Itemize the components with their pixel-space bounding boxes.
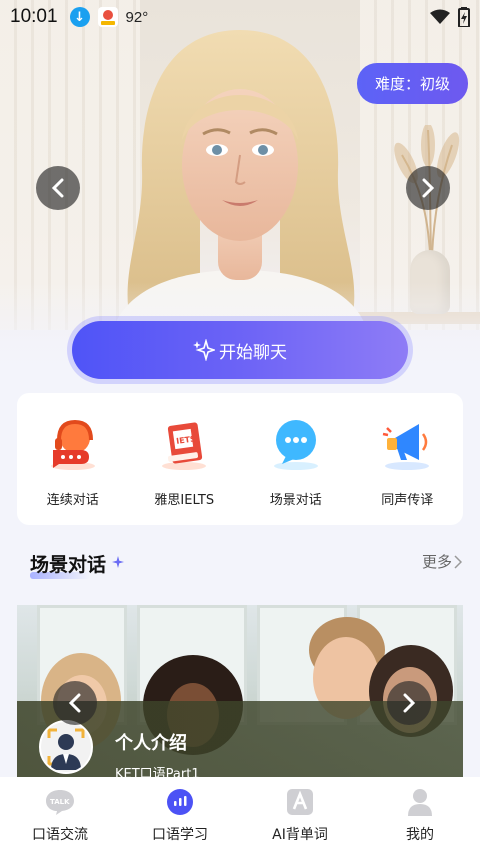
feature-label: 连续对话 — [46, 493, 99, 508]
person-icon — [405, 787, 435, 817]
talk-bubble-icon: TALK — [45, 787, 75, 817]
feature-scene-dialogue[interactable]: 场景对话 — [246, 413, 346, 508]
nav-item-mine[interactable]: 我的 — [365, 787, 475, 844]
nav-item-oral-learning[interactable]: 口语学习 — [125, 787, 235, 844]
difficulty-label: 难度：初级 — [374, 75, 450, 93]
next-tutor-button[interactable] — [406, 166, 450, 210]
difficulty-badge[interactable]: 难度：初级 — [356, 63, 468, 104]
nav-label: 我的 — [406, 826, 434, 843]
ielts-book-icon: IETS — [153, 413, 215, 475]
feature-label: 场景对话 — [269, 493, 322, 508]
nav-item-oral-exchange[interactable]: TALK 口语交流 — [5, 787, 115, 844]
wifi-icon — [430, 9, 450, 24]
nav-item-ai-vocabulary[interactable]: AI背单词 — [245, 787, 355, 844]
download-icon: ↓ — [69, 7, 90, 27]
chevron-left-icon — [51, 178, 64, 198]
status-time: 10:01 — [10, 6, 58, 27]
megaphone-icon — [376, 413, 438, 475]
feature-label: 雅思IELTS — [154, 493, 215, 508]
svg-text:TALK: TALK — [50, 798, 70, 806]
speech-bubble-icon — [265, 413, 327, 475]
status-temperature: 92° — [125, 8, 149, 26]
chevron-right-icon — [454, 554, 462, 569]
chevron-right-icon — [422, 178, 435, 198]
start-chat-button[interactable]: 开始聊天 — [67, 316, 413, 384]
chevron-right-icon — [403, 693, 416, 713]
battery-icon — [458, 7, 470, 27]
previous-scene-button[interactable] — [53, 681, 97, 725]
chevron-left-icon — [68, 693, 81, 713]
sparkle-icon — [193, 339, 215, 361]
voice-wave-icon — [165, 787, 195, 817]
feature-simultaneous-interpretation[interactable]: 同声传译 — [357, 413, 457, 508]
section-title: 场景对话 — [30, 550, 106, 579]
scene-avatar — [39, 720, 93, 774]
scene-card[interactable]: 个人介绍 KET口语Part1 — [17, 605, 463, 780]
next-scene-button[interactable] — [387, 681, 431, 725]
sparkle-icon — [112, 556, 124, 568]
person-scan-icon — [47, 728, 85, 770]
bottom-nav: TALK 口语交流 口语学习 AI背单词 我的 — [0, 777, 480, 853]
scene-title: 个人介绍 — [115, 733, 187, 754]
app-notification-icon — [97, 7, 118, 27]
letter-a-icon — [285, 787, 315, 817]
previous-tutor-button[interactable] — [36, 166, 80, 210]
nav-label: 口语交流 — [32, 826, 88, 843]
start-chat-label: 开始聊天 — [219, 342, 287, 363]
status-bar: 10:01 ↓ 92° — [0, 0, 480, 34]
feature-continuous-dialogue[interactable]: 连续对话 — [23, 413, 123, 508]
nav-label: AI背单词 — [272, 826, 328, 843]
more-label: 更多 — [421, 553, 452, 571]
more-link[interactable]: 更多 — [422, 551, 462, 572]
nav-label: 口语学习 — [152, 826, 208, 843]
feature-label: 同声传译 — [381, 493, 434, 508]
feature-ielts[interactable]: IETS 雅思IELTS — [134, 413, 234, 508]
feature-grid: 连续对话 IETS 雅思IELTS 场景对话 同声传译 — [17, 393, 463, 525]
headset-chat-icon — [42, 413, 104, 475]
